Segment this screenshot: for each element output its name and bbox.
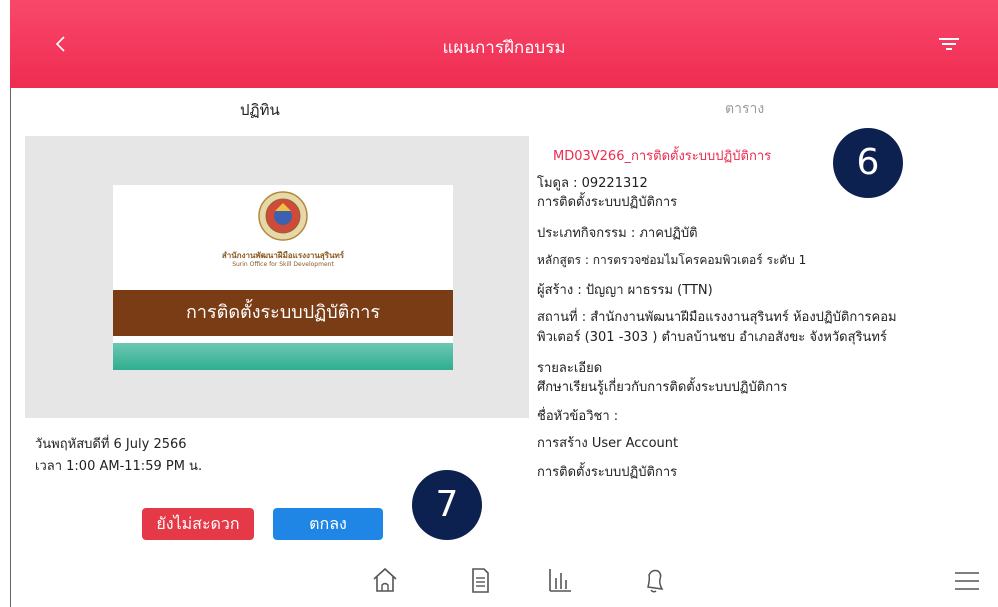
module-name: การติดตั้งระบบปฏิบัติการ bbox=[537, 195, 678, 210]
curriculum: หลักสูตร : การตรวจซ่อมไมโครคอมพิวเตอร์ ร… bbox=[537, 253, 807, 267]
bell-icon[interactable] bbox=[640, 565, 666, 595]
cover-footer-band bbox=[113, 343, 453, 370]
bottom-navigation bbox=[10, 555, 998, 607]
description-text: ศึกษาเรียนรู้เกี่ยวกับการติดตั้งระบบปฏิบ… bbox=[537, 380, 788, 395]
activity-type: ประเภทกิจกรรม : ภาคปฏิบัติ bbox=[537, 226, 698, 241]
app-header: แผนการฝึกอบรม bbox=[10, 0, 998, 88]
topic-item: การสร้าง User Account bbox=[537, 436, 679, 451]
tab-calendar[interactable]: ปฏิทิน bbox=[240, 98, 280, 122]
office-seal-icon bbox=[258, 191, 308, 241]
document-icon[interactable] bbox=[467, 565, 493, 595]
ok-button[interactable]: ตกลง bbox=[273, 508, 383, 540]
course-cover-image: สำนักงานพัฒนาฝีมือแรงงานสุรินทร์ Surin O… bbox=[113, 185, 453, 370]
cover-divider bbox=[113, 336, 453, 343]
location-line-2: พิวเตอร์ (301 -303 ) ตำบลบ้านชบ อำเภอสัง… bbox=[537, 330, 887, 345]
chart-icon[interactable] bbox=[547, 565, 573, 595]
creator: ผู้สร้าง : ปัญญา ผาธรรม (TTN) bbox=[537, 283, 713, 298]
location-line-1: สถานที่ : สำนักงานพัฒนาฝีมือแรงงานสุรินท… bbox=[537, 310, 897, 325]
tab-table[interactable]: ตาราง bbox=[725, 98, 764, 120]
schedule-date: วันพฤหัสบดีที่ 6 July 2566 bbox=[35, 437, 187, 452]
menu-icon[interactable] bbox=[954, 565, 980, 595]
topic-item: การติดตั้งระบบปฏิบัติการ bbox=[537, 465, 678, 480]
module-code: โมดูล : 09221312 bbox=[537, 176, 648, 191]
home-icon[interactable] bbox=[372, 565, 398, 595]
course-code-link[interactable]: MD03V266_การติดตั้งระบบปฏิบัติการ bbox=[553, 145, 771, 166]
not-convenient-button[interactable]: ยังไม่สะดวก bbox=[142, 508, 254, 540]
topics-label: ชื่อหัวข้อวิชา : bbox=[537, 409, 619, 424]
step-badge-6: 6 bbox=[833, 128, 903, 198]
cover-org-english: Surin Office for Skill Development bbox=[232, 261, 334, 268]
step-badge-7: 7 bbox=[412, 470, 482, 540]
description-label: รายละเอียด bbox=[537, 361, 603, 376]
filter-icon[interactable] bbox=[938, 36, 960, 52]
view-tabs: ปฏิทิน ตาราง bbox=[10, 88, 998, 136]
schedule-time: เวลา 1:00 AM-11:59 PM น. bbox=[35, 459, 203, 474]
cover-title: การติดตั้งระบบปฏิบัติการ bbox=[113, 290, 453, 336]
page-title: แผนการฝึกอบรม bbox=[442, 38, 566, 58]
